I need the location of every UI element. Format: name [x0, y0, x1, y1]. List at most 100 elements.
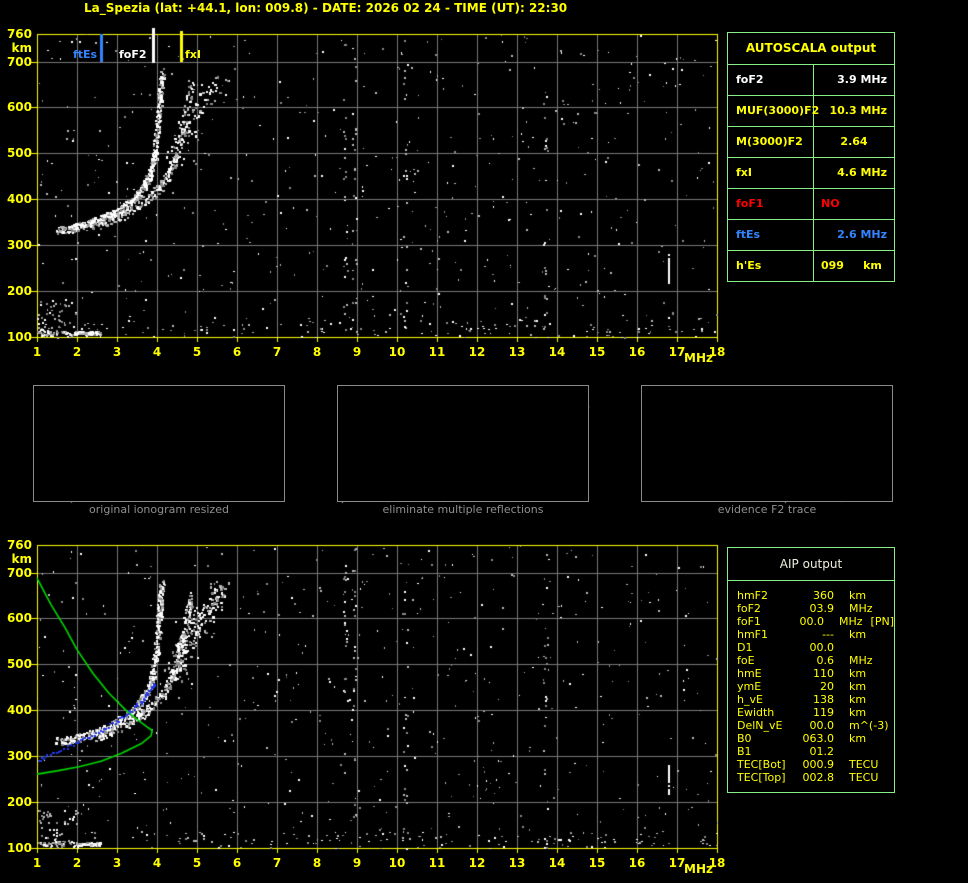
y-tick-label: 100 [2, 331, 32, 344]
x-tick-label: 3 [104, 346, 130, 359]
aip-param-name: DelN_vE [728, 719, 794, 732]
aip-param-value: 360 [794, 589, 834, 602]
x-tick-label: 15 [584, 346, 610, 359]
aip-param-unit: MHz [834, 602, 873, 615]
autoscala-row-hes: h'Es099 km [728, 251, 894, 281]
aip-param-unit [834, 641, 849, 654]
x-tick-label: 6 [224, 346, 250, 359]
thumbnail-original-ionogram [33, 385, 285, 502]
x-tick-label: 7 [264, 346, 290, 359]
aip-param-unit: TECU [834, 758, 878, 771]
aip-param-name: D1 [728, 641, 794, 654]
aip-row-ewidth: Ewidth119km [728, 706, 894, 719]
aip-param-value: --- [794, 628, 834, 641]
aip-param-unit: km [834, 680, 866, 693]
x-tick-label: 10 [384, 346, 410, 359]
autoscala-row-label: MUF(3000)F2 [728, 96, 814, 126]
aip-param-name: hmE [728, 667, 794, 680]
aip-param-name: TEC[Top] [728, 771, 794, 784]
aip-row-foe: foE0.6MHz [728, 654, 894, 667]
aip-param-value: 01.2 [794, 745, 834, 758]
x-tick-label: 11 [424, 857, 450, 870]
aip-param-name: TEC[Bot] [728, 758, 794, 771]
aip-table-rows: hmF2360kmfoF203.9MHzfoF100.0MHz[PN]hmF1-… [728, 589, 894, 784]
aip-param-unit: km [834, 693, 866, 706]
aip-row-b0: B0063.0km [728, 732, 894, 745]
x-tick-label: 12 [464, 346, 490, 359]
aip-param-unit: MHz [824, 615, 863, 628]
autoscala-table-header: AUTOSCALA output [728, 33, 894, 65]
x-tick-label: 5 [184, 346, 210, 359]
x-tick-label: 8 [304, 346, 330, 359]
aip-param-value: 03.9 [794, 602, 834, 615]
y-axis-unit-label: km [2, 553, 32, 566]
aip-row-tectop: TEC[Top]002.8TECU [728, 771, 894, 784]
aip-table-header: AIP output [728, 548, 894, 581]
aip-param-unit: km [834, 706, 866, 719]
aip-param-unit: TECU [834, 771, 878, 784]
aip-row-tecbot: TEC[Bot]000.9TECU [728, 758, 894, 771]
aip-param-unit: km [834, 667, 866, 680]
marker-label-fxi: fxI [185, 49, 201, 61]
autoscala-row-value: 2.64 [814, 127, 894, 157]
x-tick-label: 16 [624, 857, 650, 870]
aip-param-unit: km [834, 589, 866, 602]
aip-param-name: B0 [728, 732, 794, 745]
aip-param-name: B1 [728, 745, 794, 758]
thumbnail-evidence-f2-trace [641, 385, 893, 502]
aip-row-b1: B101.2 [728, 745, 894, 758]
autoscala-row-label: foF2 [728, 65, 814, 95]
x-tick-label: 3 [104, 857, 130, 870]
aip-param-unit: km [834, 628, 866, 641]
aip-param-value: 0.6 [794, 654, 834, 667]
x-tick-label: 5 [184, 857, 210, 870]
aip-param-value: 00.0 [794, 719, 834, 732]
x-tick-label: 10 [384, 857, 410, 870]
aip-param-value: 00.0 [794, 641, 834, 654]
autoscala-table-rows: foF23.9 MHzMUF(3000)F210.3 MHzM(3000)F22… [728, 65, 894, 281]
x-axis-unit-label: MHz [684, 352, 713, 364]
aip-param-name: ymE [728, 680, 794, 693]
aip-row-yme: ymE20km [728, 680, 894, 693]
aip-row-delnve: DelN_vE00.0m^(-3) [728, 719, 894, 732]
x-tick-label: 12 [464, 857, 490, 870]
y-tick-label: 600 [2, 101, 32, 114]
x-axis-unit-label: MHz [684, 863, 713, 875]
autoscala-row-fof2: foF23.9 MHz [728, 65, 894, 96]
aip-row-fof2: foF203.9MHz [728, 602, 894, 615]
x-tick-label: 4 [144, 346, 170, 359]
x-tick-label: 14 [544, 346, 570, 359]
autoscala-row-label: fxI [728, 158, 814, 188]
aip-param-value: 063.0 [794, 732, 834, 745]
x-tick-label: 13 [504, 857, 530, 870]
x-tick-label: 8 [304, 857, 330, 870]
marker-label-ftes: ftEs [73, 49, 97, 61]
thumbnail-caption-1: original ionogram resized [33, 504, 285, 516]
aip-row-hve: h_vE138km [728, 693, 894, 706]
autoscala-row-label: foF1 [728, 189, 814, 219]
thumbnail-eliminate-reflections [337, 385, 589, 502]
x-tick-label: 13 [504, 346, 530, 359]
x-tick-label: 1 [24, 857, 50, 870]
autoscala-app-window: La_Spezia (lat: +44.1, lon: 009.8) - DAT… [0, 0, 968, 883]
aip-param-value: 110 [794, 667, 834, 680]
y-tick-label: 200 [2, 796, 32, 809]
aip-param-name: foF1 [728, 615, 788, 628]
autoscala-row-ftes: ftEs2.6 MHz [728, 220, 894, 251]
aip-param-note: [PN] [863, 615, 894, 628]
y-tick-label: 600 [2, 612, 32, 625]
x-tick-label: 14 [544, 857, 570, 870]
autoscala-row-label: ftEs [728, 220, 814, 250]
y-tick-label: 400 [2, 704, 32, 717]
autoscala-row-value: NO [814, 189, 894, 219]
aip-param-value: 20 [794, 680, 834, 693]
marker-label-fof2: foF2 [119, 49, 147, 61]
y-tick-label: 760 [2, 28, 32, 41]
autoscala-row-fxi: fxI4.6 MHz [728, 158, 894, 189]
x-tick-label: 2 [64, 346, 90, 359]
autoscala-row-m3000f2: M(3000)F22.64 [728, 127, 894, 158]
y-axis-unit-label: km [2, 42, 32, 55]
x-tick-label: 11 [424, 346, 450, 359]
x-tick-label: 9 [344, 857, 370, 870]
autoscala-row-label: M(3000)F2 [728, 127, 814, 157]
